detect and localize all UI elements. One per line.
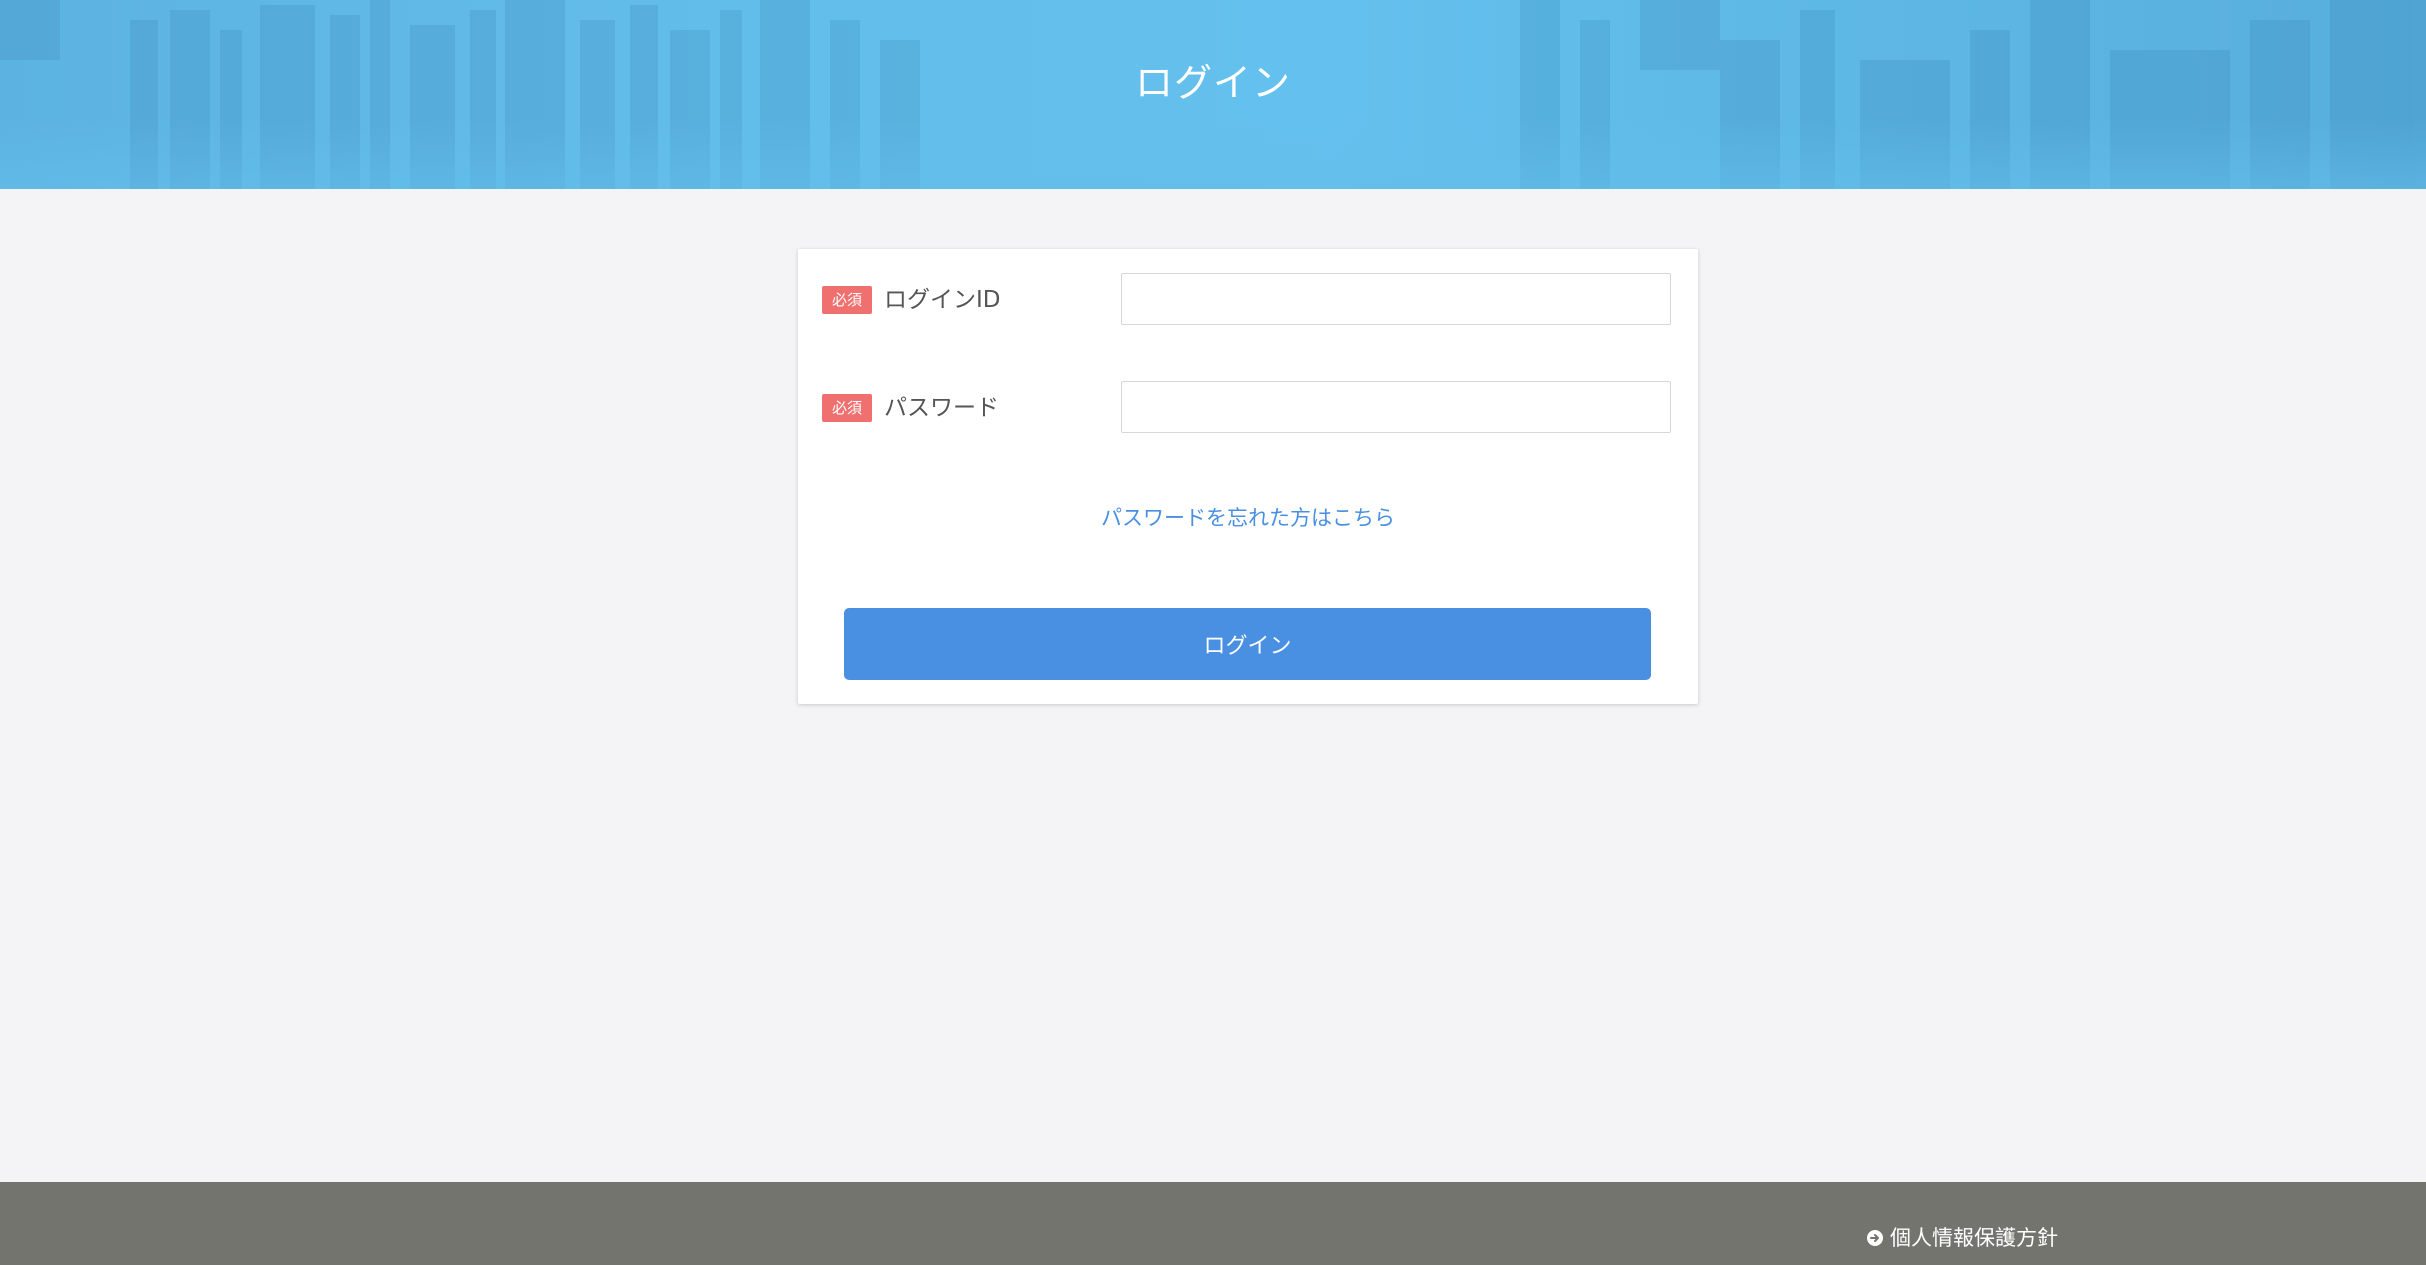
page-title: ログイン (1134, 61, 1291, 105)
circle-arrow-right-icon (1867, 1230, 1883, 1246)
login-id-label: ログインID (884, 287, 1001, 313)
login-button[interactable]: ログイン (844, 608, 1651, 680)
password-row: 必須 パスワード (798, 381, 1698, 435)
header-fade-overlay (0, 119, 2426, 189)
footer: 個人情報保護方針 (0, 1182, 2426, 1265)
privacy-policy-link[interactable]: 個人情報保護方針 (1866, 1224, 2058, 1252)
password-label: パスワード (884, 395, 999, 421)
password-input[interactable] (1121, 381, 1671, 433)
login-id-row: 必須 ログインID (798, 273, 1698, 327)
login-card: 必須 ログインID 必須 パスワード パスワードを忘れた方はこちら ログイン (798, 249, 1698, 704)
privacy-policy-label: 個人情報保護方針 (1890, 1226, 2058, 1250)
required-badge: 必須 (822, 394, 872, 422)
header-banner: ログイン (0, 0, 2426, 189)
forgot-password-link[interactable]: パスワードを忘れた方はこちら (798, 502, 1698, 532)
required-badge: 必須 (822, 286, 872, 314)
login-id-input[interactable] (1121, 273, 1671, 325)
